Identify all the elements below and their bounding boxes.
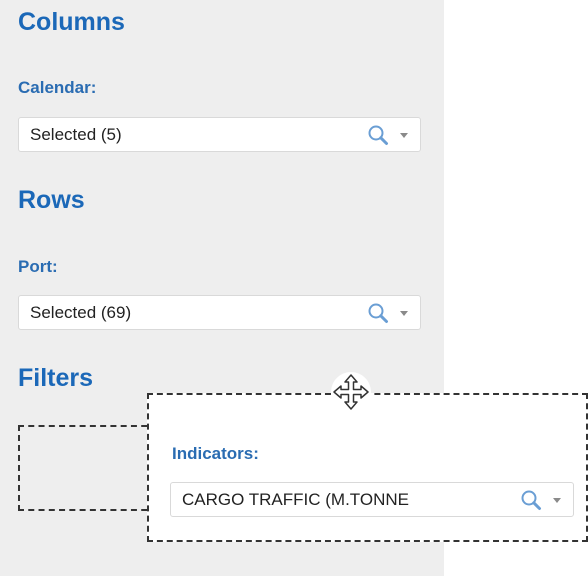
columns-title: Columns — [18, 8, 125, 36]
calendar-select[interactable]: Selected (5) — [18, 117, 421, 152]
port-label: Port: — [18, 257, 58, 276]
search-icon[interactable] — [519, 488, 543, 512]
port-select-value: Selected (69) — [30, 302, 132, 322]
dragged-indicators-field[interactable]: Indicators: CARGO TRAFFIC (M.TONNE — [147, 393, 588, 542]
search-icon[interactable] — [366, 301, 390, 325]
chevron-down-icon[interactable] — [545, 488, 569, 512]
calendar-label: Calendar: — [18, 78, 97, 97]
indicators-select[interactable]: CARGO TRAFFIC (M.TONNE — [170, 482, 574, 517]
move-icon[interactable] — [331, 372, 371, 412]
search-icon[interactable] — [366, 123, 390, 147]
calendar-select-value: Selected (5) — [30, 124, 122, 144]
rows-title: Rows — [18, 186, 85, 214]
filters-title: Filters — [18, 364, 94, 392]
port-select[interactable]: Selected (69) — [18, 295, 421, 330]
chevron-down-icon[interactable] — [392, 301, 416, 325]
chevron-down-icon[interactable] — [392, 123, 416, 147]
indicators-select-value: CARGO TRAFFIC (M.TONNE — [182, 489, 409, 509]
indicators-label: Indicators: — [172, 444, 259, 463]
